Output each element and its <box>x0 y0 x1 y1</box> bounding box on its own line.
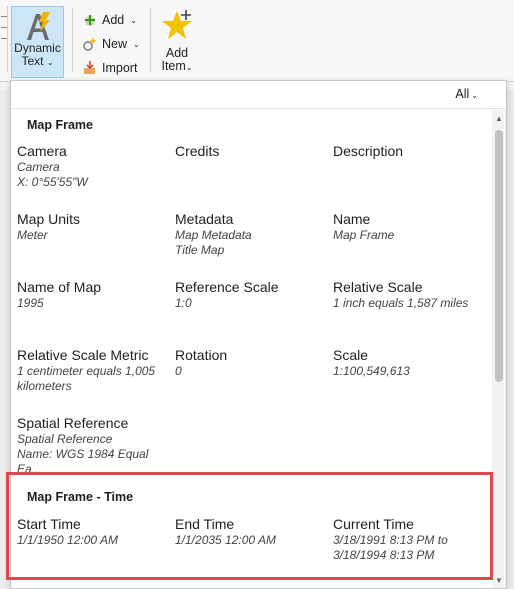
background-panel <box>507 90 514 589</box>
item-value: 1:100,549,613 <box>333 364 410 378</box>
filter-dropdown[interactable]: All ⌄ <box>455 87 478 101</box>
gallery-item-name[interactable]: Name Map Frame <box>333 211 483 243</box>
gallery-item-map-units[interactable]: Map Units Meter <box>17 211 167 243</box>
add-item-label-2: Item⌄ <box>161 59 193 73</box>
gallery-item-camera[interactable]: Camera Camera X: 0°55'55"W <box>17 143 167 190</box>
item-value: 1:0 <box>175 296 192 310</box>
item-title: Name <box>333 211 371 227</box>
item-value: Camera X: 0°55'55"W <box>17 160 88 189</box>
item-title: Scale <box>333 347 369 363</box>
item-title: Map Units <box>17 211 81 227</box>
gallery-item-description[interactable]: Description <box>333 143 483 160</box>
item-value: 1 inch equals 1,587 miles <box>333 296 469 310</box>
ribbon-separator <box>150 8 151 72</box>
highlight-box <box>6 472 493 580</box>
item-value: Meter <box>17 228 48 242</box>
star-add-icon <box>162 10 192 39</box>
item-title: Name of Map <box>17 279 102 295</box>
item-value: Map Metadata Title Map <box>175 228 252 257</box>
scroll-up-arrow-icon[interactable]: ▲ <box>495 114 503 123</box>
chevron-down-icon: ⌄ <box>471 91 478 100</box>
new-label: New <box>102 37 128 51</box>
vertical-scrollbar[interactable]: ▲ ▼ <box>492 110 506 588</box>
item-title: Relative Scale <box>333 279 423 295</box>
item-value: 0 <box>175 364 182 378</box>
add-icon <box>85 15 95 26</box>
item-value: 1995 <box>17 296 44 310</box>
item-title: Camera <box>17 143 67 159</box>
chevron-down-icon: ⌄ <box>133 39 140 49</box>
gallery-item-credits[interactable]: Credits <box>175 143 325 160</box>
item-value: 1 centimeter equals 1,005 kilometers <box>17 364 156 393</box>
filter-label: All <box>455 87 470 101</box>
item-title: Credits <box>175 143 220 159</box>
item-title: Reference Scale <box>175 279 279 295</box>
gallery-item-name-of-map[interactable]: Name of Map 1995 <box>17 279 167 311</box>
dynamic-text-label-2: Text ⌄ <box>21 54 54 68</box>
dynamic-text-icon <box>26 12 50 40</box>
ribbon-left-stub <box>0 6 8 72</box>
import-label: Import <box>102 61 138 75</box>
new-icon <box>83 37 97 51</box>
gallery-item-scale[interactable]: Scale 1:100,549,613 <box>333 347 483 379</box>
item-value: Map Frame <box>333 228 395 242</box>
scroll-down-arrow-icon[interactable]: ▼ <box>495 576 503 585</box>
import-button[interactable]: Import <box>82 57 137 79</box>
item-title: Rotation <box>175 347 228 363</box>
gallery-item-spatial-reference[interactable]: Spatial Reference Spatial Reference Name… <box>17 415 173 477</box>
gallery-item-metadata[interactable]: Metadata Map Metadata Title Map <box>175 211 325 258</box>
item-title: Spatial Reference <box>17 415 129 431</box>
gallery-item-relative-scale-metric[interactable]: Relative Scale Metric 1 centimeter equal… <box>17 347 173 394</box>
add-button[interactable]: Add ⌄ <box>82 9 137 31</box>
item-title: Metadata <box>175 211 234 227</box>
item-title: Relative Scale Metric <box>17 347 149 363</box>
section-title: Map Frame <box>27 118 93 132</box>
import-icon <box>84 61 95 74</box>
add-label: Add <box>102 13 125 27</box>
add-item-button[interactable]: Add Item⌄ <box>156 8 198 76</box>
dynamic-text-button[interactable]: Dynamic Text ⌄ <box>11 6 64 78</box>
scrollbar-thumb[interactable] <box>495 130 503 382</box>
gallery-header: All ⌄ <box>11 81 506 109</box>
item-value: Spatial Reference Name: WGS 1984 Equal E… <box>17 432 149 476</box>
gallery-item-rotation[interactable]: Rotation 0 <box>175 347 325 379</box>
ribbon: Dynamic Text ⌄ Add ⌄ New ⌄ Import Add Item… <box>0 0 514 82</box>
ribbon-separator <box>72 8 73 72</box>
item-title: Description <box>333 143 404 159</box>
chevron-down-icon: ⌄ <box>130 15 137 25</box>
gallery-item-relative-scale[interactable]: Relative Scale 1 inch equals 1,587 miles <box>333 279 483 311</box>
new-button[interactable]: New ⌄ <box>82 33 140 55</box>
gallery-item-reference-scale[interactable]: Reference Scale 1:0 <box>175 279 325 311</box>
